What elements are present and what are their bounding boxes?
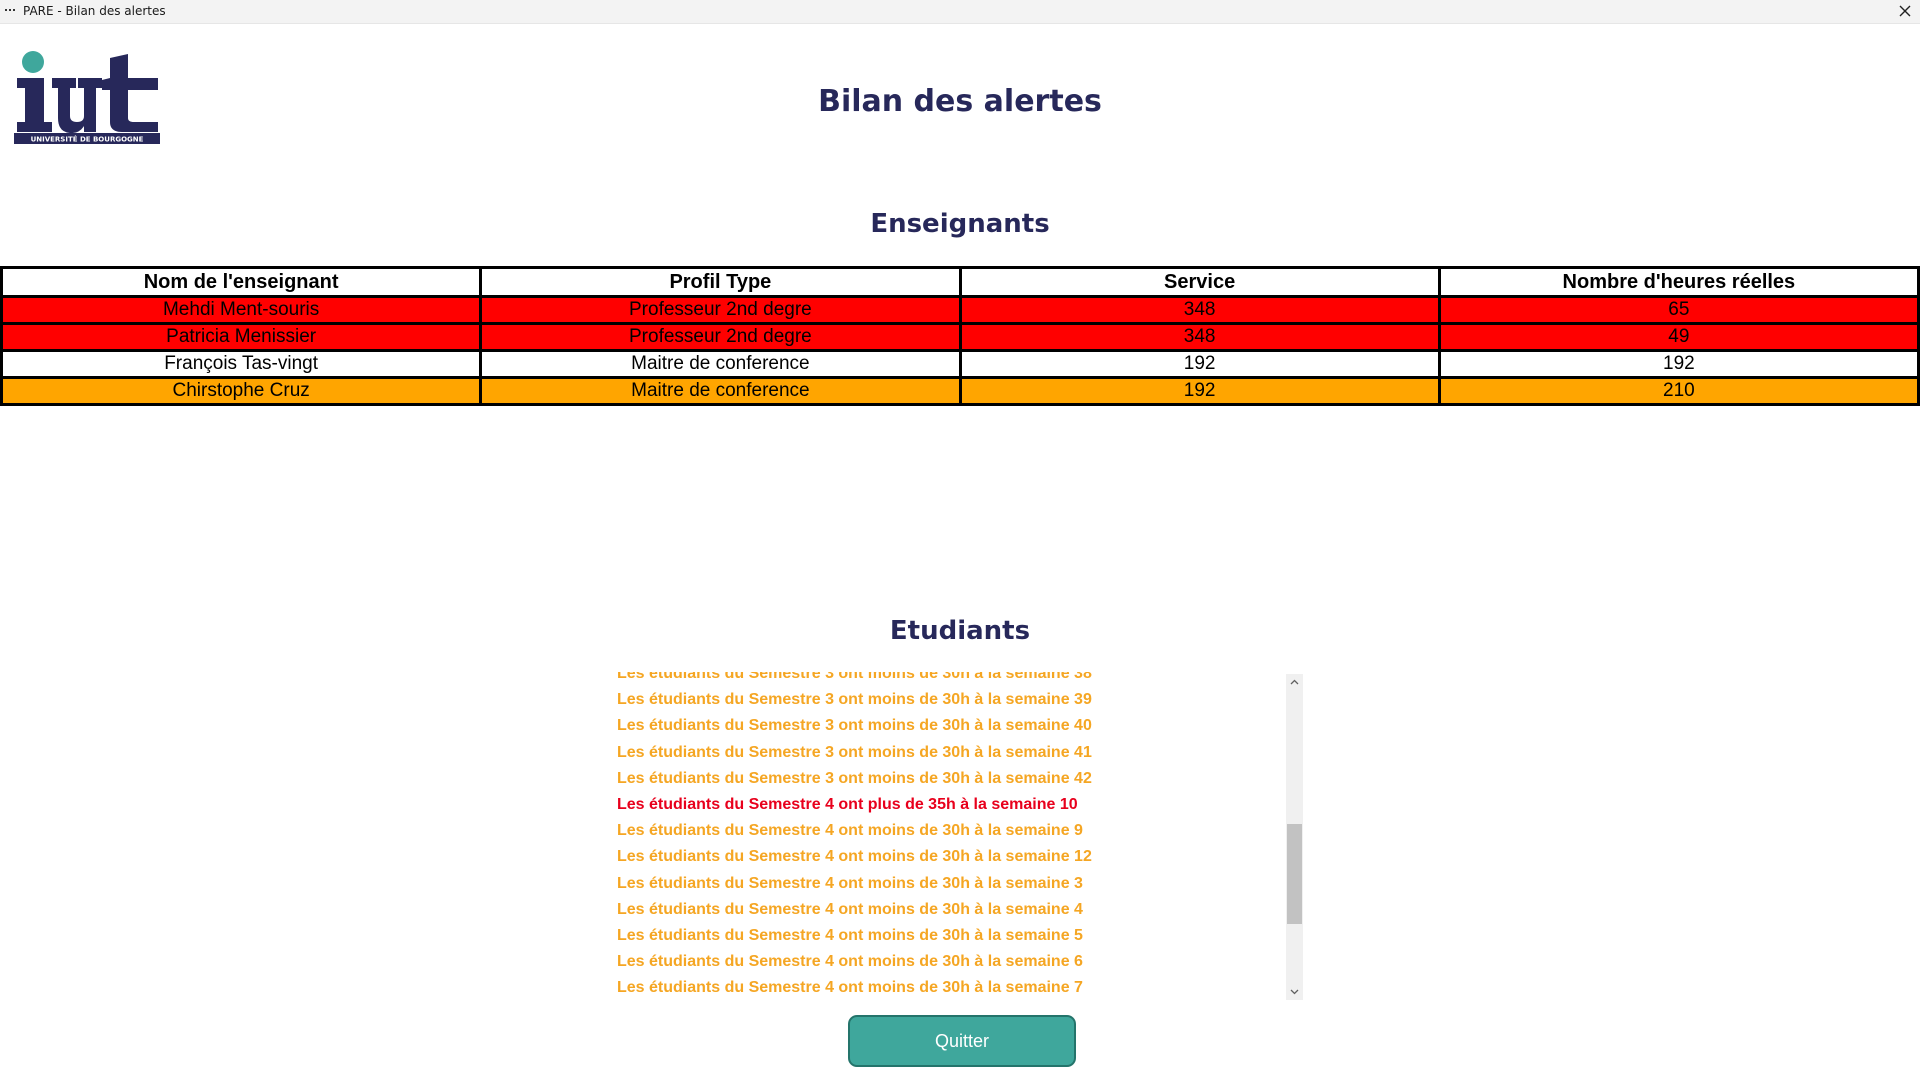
window-titlebar: PARE - Bilan des alertes bbox=[0, 0, 1920, 24]
list-item: Les étudiants du Semestre 4 ont moins de… bbox=[617, 953, 1083, 971]
close-icon bbox=[1899, 5, 1911, 17]
chevron-down-icon bbox=[1290, 989, 1299, 995]
window-title: PARE - Bilan des alertes bbox=[23, 4, 166, 18]
column-header-service: Service bbox=[958, 266, 1441, 298]
cell-profile: Professeur 2nd degre bbox=[479, 295, 962, 325]
cell-real-hours: 210 bbox=[1437, 376, 1920, 406]
list-item: Les étudiants du Semestre 3 ont moins de… bbox=[617, 691, 1092, 709]
scroll-down-button[interactable] bbox=[1286, 984, 1303, 1000]
cell-service: 192 bbox=[958, 349, 1441, 379]
cell-service: 192 bbox=[958, 376, 1441, 406]
cell-service: 348 bbox=[958, 322, 1441, 352]
students-scrollbar[interactable] bbox=[1286, 674, 1303, 1000]
list-item: Les étudiants du Semestre 4 ont moins de… bbox=[617, 874, 1083, 892]
quit-button[interactable]: Quitter bbox=[848, 1015, 1076, 1067]
page-title: Bilan des alertes bbox=[818, 84, 1102, 119]
list-item: Les étudiants du Semestre 4 ont moins de… bbox=[617, 848, 1092, 866]
scroll-up-button[interactable] bbox=[1286, 674, 1303, 690]
list-item: Les étudiants du Semestre 4 ont moins de… bbox=[617, 822, 1083, 840]
list-item: Les étudiants du Semestre 4 ont moins de… bbox=[617, 926, 1083, 944]
cell-real-hours: 65 bbox=[1437, 295, 1920, 325]
logo-subtitle: UNIVERSITÉ DE BOURGOGNE bbox=[31, 135, 144, 144]
list-item: Les étudiants du Semestre 4 ont plus de … bbox=[617, 795, 1078, 813]
table-row: François Tas-vingt Maitre de conference 19… bbox=[0, 349, 1920, 379]
table-header-row: Nom de l'enseignant Profil Type Service … bbox=[0, 266, 1920, 298]
cell-name: François Tas-vingt bbox=[0, 349, 483, 379]
table-row: Patricia Menissier Professeur 2nd degre 34… bbox=[0, 322, 1920, 352]
app-icon bbox=[5, 9, 15, 13]
list-item: Les étudiants du Semestre 4 ont moins de… bbox=[617, 979, 1083, 997]
column-header-profile: Profil Type bbox=[479, 266, 962, 298]
cell-name: Mehdi Ment-souris bbox=[0, 295, 483, 325]
cell-real-hours: 49 bbox=[1437, 322, 1920, 352]
list-item: Les étudiants du Semestre 3 ont moins de… bbox=[617, 672, 1092, 682]
cell-real-hours: 192 bbox=[1437, 349, 1920, 379]
cell-profile: Maitre de conference bbox=[479, 376, 962, 406]
column-header-name: Nom de l'enseignant bbox=[0, 266, 483, 298]
students-heading: Etudiants bbox=[889, 616, 1031, 646]
cell-service: 348 bbox=[958, 295, 1441, 325]
table-row: Chirstophe Cruz Maitre de conference 192 21… bbox=[0, 376, 1920, 406]
close-window-button[interactable] bbox=[1874, 0, 1920, 23]
column-header-real-hours: Nombre d'heures réelles bbox=[1437, 266, 1920, 298]
teachers-heading: Enseignants bbox=[870, 209, 1050, 239]
cell-name: Chirstophe Cruz bbox=[0, 376, 483, 406]
table-row: Mehdi Ment-souris Professeur 2nd degre 348… bbox=[0, 295, 1920, 325]
teachers-table: Nom de l'enseignant Profil Type Service … bbox=[0, 266, 1920, 406]
students-alert-list[interactable]: Les étudiants du Semestre 3 ont moins de… bbox=[612, 672, 1304, 1000]
cell-profile: Professeur 2nd degre bbox=[479, 322, 962, 352]
cell-name: Patricia Menissier bbox=[0, 322, 483, 352]
list-item: Les étudiants du Semestre 3 ont moins de… bbox=[617, 743, 1092, 761]
chevron-up-icon bbox=[1290, 679, 1299, 685]
list-item: Les étudiants du Semestre 4 ont moins de… bbox=[617, 900, 1083, 918]
list-item: Les étudiants du Semestre 3 ont moins de… bbox=[617, 769, 1092, 787]
cell-profile: Maitre de conference bbox=[479, 349, 962, 379]
scrollbar-thumb[interactable] bbox=[1287, 824, 1302, 924]
list-item: Les étudiants du Semestre 3 ont moins de… bbox=[617, 717, 1092, 735]
